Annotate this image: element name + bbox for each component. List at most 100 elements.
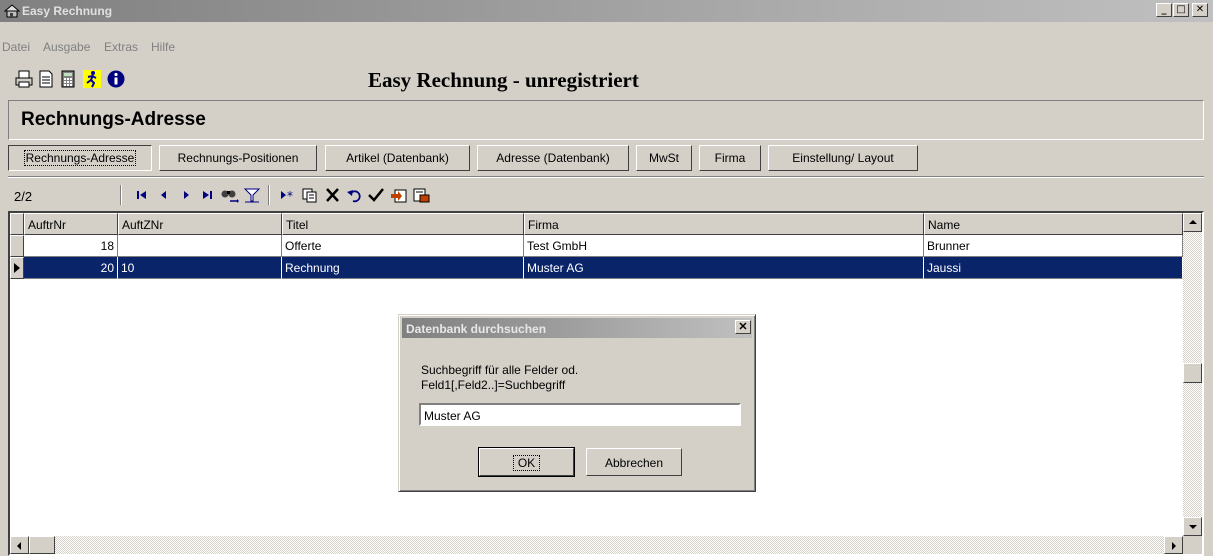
dialog-title: Datenbank durchsuchen [406,322,547,336]
record-counter: 2/2 [14,189,33,204]
tab-label: Adresse (Datenbank) [496,151,610,165]
vertical-scrollbar[interactable] [1183,213,1202,536]
tab-artikel-datenbank[interactable]: Artikel (Datenbank) [325,145,470,171]
section-title: Rechnungs-Adresse [21,109,206,130]
horizontal-scrollbar[interactable] [10,536,1183,554]
tab-divider [8,176,1204,178]
prior-record-icon[interactable] [154,186,174,204]
search-dialog: Datenbank durchsuchen ✕ Suchbegriff für … [398,314,756,492]
header-indicator [10,213,24,235]
tab-label: MwSt [649,151,679,165]
import-icon[interactable] [389,186,409,204]
export-icon[interactable] [411,186,431,204]
undo-icon[interactable] [345,186,365,204]
first-record-icon[interactable] [132,186,152,204]
cell-name[interactable]: Jaussi [924,257,1183,279]
toolbar-separator [268,185,270,205]
scrollbar-corner [1183,536,1202,554]
column-header-firma[interactable]: Firma [524,213,924,235]
binoculars-icon[interactable] [219,186,239,204]
menu-ausgabe[interactable]: Ausgabe [43,40,90,54]
current-row-indicator [10,257,24,279]
arrow-left-icon [17,542,21,550]
calculator-icon[interactable] [58,69,78,89]
scroll-left-button[interactable] [10,536,29,554]
vertical-scroll-thumb[interactable] [1183,363,1202,383]
info-icon[interactable] [106,69,126,89]
scroll-down-button[interactable] [1183,517,1202,536]
row-pointer-icon [14,263,20,273]
record-navigator: 2/2 * [8,182,1204,208]
tab-einstellung-layout[interactable]: Einstellung/ Layout [768,145,918,171]
window-title: Easy Rechnung [22,4,113,18]
cell-firma[interactable]: Muster AG [524,257,924,279]
filter-icon[interactable] [242,186,262,204]
arrow-down-icon [1189,525,1197,529]
menu-datei[interactable]: Datei [2,40,30,54]
cell-titel[interactable]: Offerte [282,235,524,257]
cancel-button[interactable]: Abbrechen [586,448,682,476]
next-record-icon[interactable] [176,186,196,204]
dialog-message-line: Feld1[,Feld2..]=Suchbegriff [421,378,566,392]
ok-label: OK [512,455,541,471]
runner-icon[interactable] [82,69,102,89]
column-header-auftznr[interactable]: AuftZNr [118,213,282,235]
post-checkmark-icon[interactable] [366,186,386,204]
cell-auftrnr[interactable]: 20 [24,257,118,279]
app-heading: Easy Rechnung - unregistriert [368,68,639,92]
dialog-message: Suchbegriff für alle Felder od. Feld1[,F… [421,363,578,393]
house-icon [4,4,20,18]
grid-header: AuftrNr AuftZNr Titel Firma Name [10,213,1183,235]
tab-rechnungs-adresse[interactable]: Rechnungs-Adresse [8,145,152,171]
tab-label: Rechnungs-Adresse [23,150,137,166]
cell-auftznr[interactable] [118,235,282,257]
cell-name[interactable]: Brunner [924,235,1183,257]
column-header-auftrnr[interactable]: AuftrNr [24,213,118,235]
close-button[interactable]: ✕ [1192,3,1208,17]
menu-hilfe[interactable]: Hilfe [151,40,175,54]
cell-titel[interactable]: Rechnung [282,257,524,279]
last-record-icon[interactable] [197,186,217,204]
scroll-right-button[interactable] [1164,536,1183,554]
printer-icon[interactable] [14,69,34,89]
cell-auftznr[interactable]: 10 [118,257,282,279]
scroll-up-button[interactable] [1183,213,1202,232]
cell-firma[interactable]: Test GmbH [524,235,924,257]
cell-auftrnr[interactable]: 18 [24,235,118,257]
column-header-name[interactable]: Name [924,213,1183,235]
delete-record-icon[interactable] [323,186,343,204]
document-icon[interactable] [36,69,56,89]
row-indicator [10,235,24,257]
arrow-right-icon [1172,542,1176,550]
tab-label: Artikel (Datenbank) [346,151,449,165]
horizontal-scroll-thumb[interactable] [29,536,55,554]
dialog-title-bar[interactable]: Datenbank durchsuchen ✕ [402,318,752,338]
column-header-titel[interactable]: Titel [282,213,524,235]
tab-label: Rechnungs-Positionen [177,151,299,165]
search-input[interactable]: Muster AG [419,403,741,426]
copy-record-icon[interactable] [300,186,320,204]
svg-text:*: * [287,189,293,203]
app-window: Easy Rechnung _ □ ✕ Datei Ausgabe Extras… [0,0,1213,556]
minimize-button[interactable]: _ [1156,3,1172,17]
dialog-message-line: Suchbegriff für alle Felder od. [421,363,579,377]
tab-mwst[interactable]: MwSt [636,145,692,171]
dialog-close-button[interactable]: ✕ [735,320,751,334]
toolbar-separator [120,185,122,205]
maximize-button[interactable]: □ [1173,3,1189,17]
new-record-icon[interactable]: * [278,186,298,204]
table-row-selected[interactable]: 20 10 Rechnung Muster AG Jaussi [10,257,1183,279]
tab-adresse-datenbank[interactable]: Adresse (Datenbank) [477,145,629,171]
arrow-up-icon [1189,220,1197,224]
menu-bar: Datei Ausgabe Extras Hilfe [0,36,1213,54]
tab-label: Einstellung/ Layout [792,151,894,165]
tab-bar: Rechnungs-Adresse Rechnungs-Positionen A… [8,145,1204,171]
title-bar[interactable]: Easy Rechnung _ □ ✕ [0,0,1213,22]
section-header: Rechnungs-Adresse [8,100,1204,140]
tab-firma[interactable]: Firma [699,145,761,171]
ok-button[interactable]: OK [478,447,575,477]
table-row[interactable]: 18 Offerte Test GmbH Brunner [10,235,1183,257]
menu-extras[interactable]: Extras [104,40,138,54]
tab-rechnungs-positionen[interactable]: Rechnungs-Positionen [159,145,317,171]
tab-label: Firma [714,151,746,165]
